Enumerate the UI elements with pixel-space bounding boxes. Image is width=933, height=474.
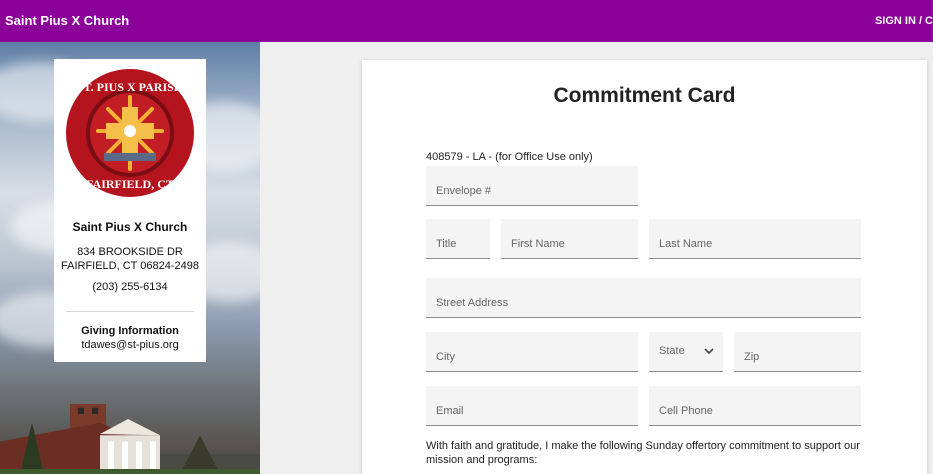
chevron-down-icon	[704, 348, 714, 355]
city-label: City	[436, 351, 455, 363]
title-label: Title	[436, 238, 457, 250]
address-line-1: 834 BROOKSIDE DR	[77, 246, 183, 258]
title-field[interactable]: Title	[426, 219, 490, 259]
city-field[interactable]: City	[426, 332, 638, 372]
office-use-note: 408579 - LA - (for Office Use only)	[426, 151, 593, 163]
form-title: Commitment Card	[553, 84, 736, 107]
last-name-label: Last Name	[659, 238, 713, 250]
giving-email-link[interactable]: tdawes@st-pius.org	[54, 339, 206, 351]
divider	[66, 311, 194, 312]
commitment-form-card: Commitment Card 408579 - LA - (for Offic…	[362, 60, 927, 474]
commitment-statement: With faith and gratitude, I make the fol…	[426, 440, 860, 466]
giving-heading: Giving Information	[81, 325, 179, 337]
zip-label: Zip	[744, 351, 760, 363]
church-info-card: ST. PIUS X PARISH FAIRFIELD, CT Saint Pi…	[54, 59, 206, 362]
address-line-2: FAIRFIELD, CT 06824-2498	[61, 260, 199, 272]
last-name-field[interactable]: Last Name	[649, 219, 861, 259]
state-label: State	[659, 345, 685, 357]
email-field[interactable]: Email	[426, 386, 638, 426]
church-building-image	[0, 404, 260, 474]
church-name: Saint Pius X Church	[72, 220, 188, 234]
cell-phone-field[interactable]: Cell Phone	[649, 386, 861, 426]
email-label: Email	[436, 405, 464, 417]
envelope-number-field[interactable]: Envelope #	[426, 166, 638, 206]
svg-text:FAIRFIELD, CT: FAIRFIELD, CT	[86, 177, 174, 191]
envelope-number-label: Envelope #	[436, 185, 492, 197]
svg-text:ST. PIUS X PARISH: ST. PIUS X PARISH	[77, 80, 184, 94]
church-phone: (203) 255-6134	[92, 281, 168, 293]
brand-link[interactable]: Saint Pius X Church	[5, 13, 129, 28]
street-address-label: Street Address	[436, 297, 509, 309]
street-address-field[interactable]: Street Address	[426, 278, 861, 318]
sign-in-link[interactable]: SIGN IN / C	[875, 15, 933, 27]
cell-phone-label: Cell Phone	[659, 405, 713, 417]
state-select[interactable]: State	[649, 332, 723, 372]
first-name-field[interactable]: First Name	[501, 219, 638, 259]
first-name-label: First Name	[511, 238, 565, 250]
parish-seal-logo: ST. PIUS X PARISH FAIRFIELD, CT	[66, 69, 194, 197]
zip-field[interactable]: Zip	[734, 332, 861, 372]
top-bar: Saint Pius X Church SIGN IN / C	[0, 0, 933, 42]
